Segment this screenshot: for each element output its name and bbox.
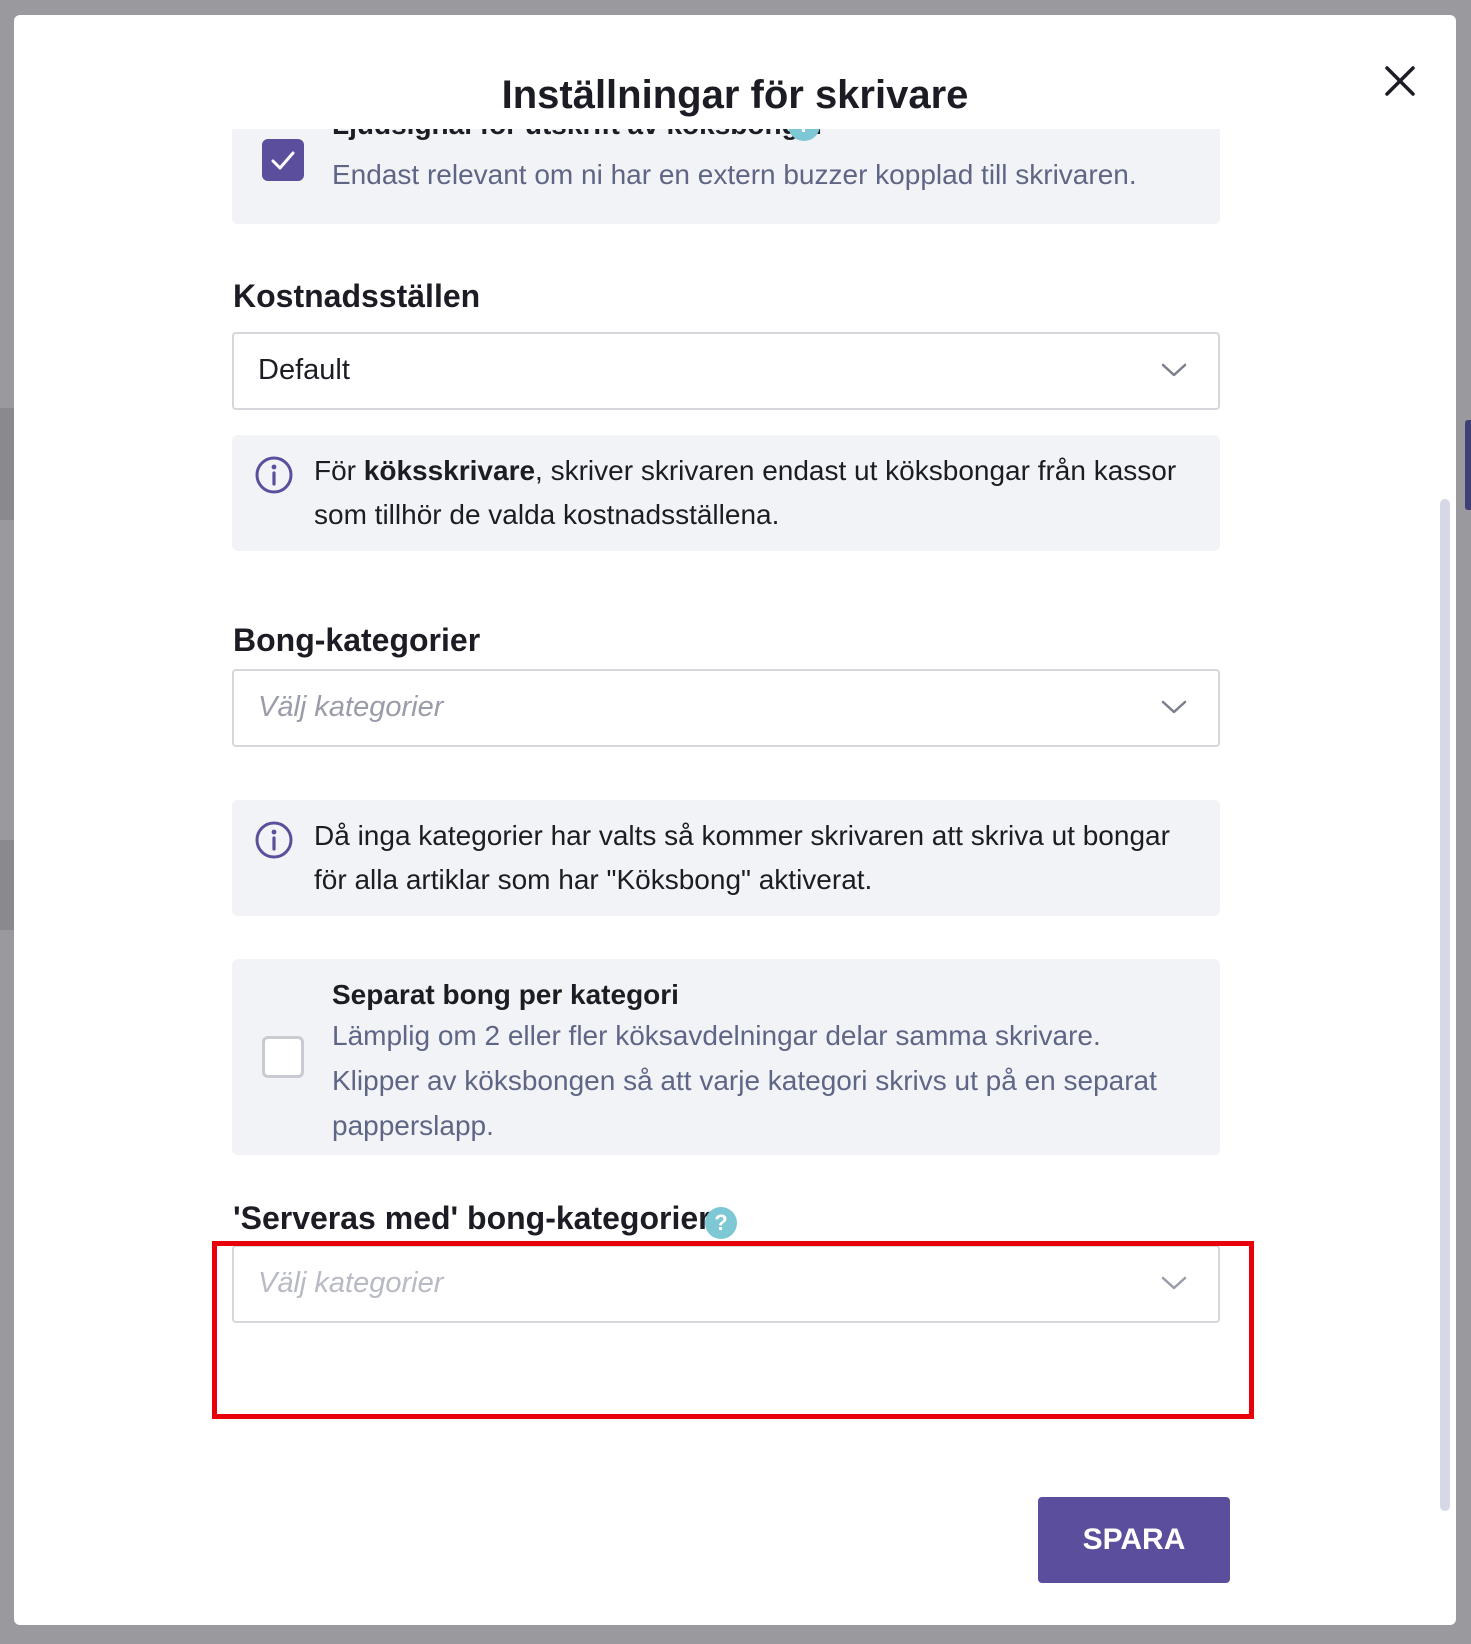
- separate-title: Separat bong per kategori: [332, 979, 679, 1010]
- cost-centers-select[interactable]: Default: [232, 332, 1220, 410]
- separate-checkbox[interactable]: [262, 1036, 304, 1078]
- categories-info-text: Då inga kategorier har valts så kommer s…: [314, 820, 1170, 895]
- cost-centers-label: Kostnadsställen: [233, 278, 481, 314]
- info-icon: [255, 821, 293, 859]
- separate-description: Lämplig om 2 eller fler köksavdelningar …: [332, 1020, 1157, 1141]
- chevron-down-icon: [1161, 363, 1187, 377]
- save-button[interactable]: SPARA: [1038, 1497, 1230, 1583]
- buzzer-option-card: Ljudsignal för utskrift av köksbongar ? …: [232, 129, 1220, 224]
- buzzer-title: Ljudsignal för utskrift av köksbongar: [332, 129, 825, 141]
- served-with-placeholder: Välj kategorier: [258, 1267, 444, 1299]
- info-icon: [255, 456, 293, 494]
- modal-title: Inställningar för skrivare: [501, 73, 969, 117]
- close-button[interactable]: [1374, 55, 1426, 107]
- background-strip: [0, 408, 14, 520]
- served-with-label: 'Serveras med' bong-kategorier: [233, 1200, 711, 1236]
- printer-settings-modal: Inställningar för skrivare Ljudsignal fö…: [14, 15, 1456, 1625]
- cost-centers-value: Default: [258, 354, 350, 386]
- categories-select[interactable]: Välj kategorier: [232, 669, 1220, 747]
- close-icon: [1385, 66, 1415, 96]
- separate-option-card: Separat bong per kategori Lämplig om 2 e…: [232, 959, 1220, 1155]
- chevron-down-icon: [1161, 1276, 1187, 1290]
- buzzer-description: Endast relevant om ni har en extern buzz…: [332, 159, 1137, 190]
- scrollbar-thumb[interactable]: [1440, 499, 1450, 1511]
- check-icon: [271, 151, 295, 170]
- cost-centers-info-box: För köksskrivare, skriver skrivaren enda…: [232, 435, 1220, 551]
- categories-label: Bong-kategorier: [233, 622, 481, 658]
- chevron-down-icon: [1161, 700, 1187, 714]
- background-side-tab: [1465, 420, 1471, 510]
- categories-placeholder: Välj kategorier: [258, 691, 444, 723]
- cost-centers-info-text: För köksskrivare, skriver skrivaren enda…: [314, 455, 1177, 530]
- buzzer-checkbox[interactable]: [262, 139, 304, 181]
- served-with-help-icon[interactable]: ?: [705, 1207, 737, 1239]
- served-with-select[interactable]: Välj kategorier: [232, 1245, 1220, 1323]
- categories-info-box: Då inga kategorier har valts så kommer s…: [232, 800, 1220, 916]
- background-strip: [0, 840, 14, 930]
